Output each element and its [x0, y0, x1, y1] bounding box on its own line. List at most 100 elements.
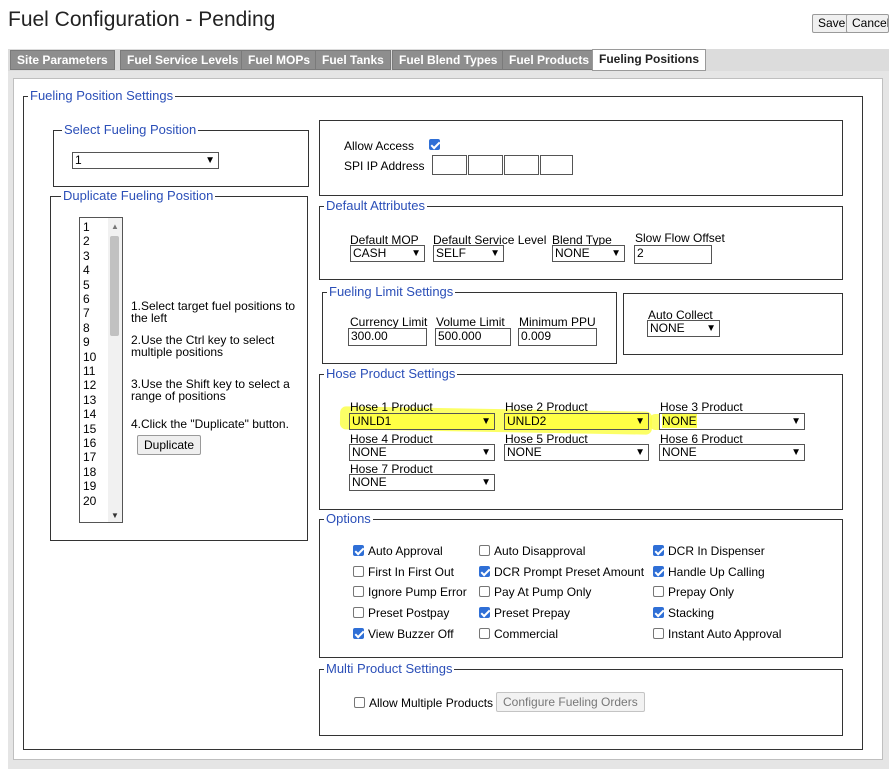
tab-fuel-tanks[interactable]: Fuel Tanks: [315, 50, 391, 70]
currency-limit-label: Currency Limit: [350, 315, 428, 329]
option-checkbox[interactable]: [653, 586, 664, 597]
currency-limit-input[interactable]: 300.00: [348, 328, 427, 346]
hose-5-select[interactable]: NONE ▼: [504, 444, 649, 461]
list-item[interactable]: 6: [83, 293, 90, 305]
scroll-down-arrow-icon[interactable]: ▼: [111, 511, 119, 520]
hose-6-select[interactable]: NONE ▼: [659, 444, 805, 461]
list-item[interactable]: 4: [83, 264, 90, 276]
option-label: Pay At Pump Only: [494, 585, 592, 599]
list-item[interactable]: 5: [83, 279, 90, 291]
allow-access-checkbox[interactable]: [429, 139, 440, 150]
chevron-down-icon: ▼: [490, 248, 500, 259]
list-item[interactable]: 15: [83, 423, 96, 435]
option-label: Preset Prepay: [494, 606, 571, 620]
list-item[interactable]: 18: [83, 466, 96, 478]
option-checkbox[interactable]: [353, 628, 364, 639]
list-item[interactable]: 12: [83, 379, 96, 391]
slow-flow-input[interactable]: 2: [634, 245, 712, 264]
option-checkbox[interactable]: [479, 545, 490, 556]
hose-3-select[interactable]: NONE ▼: [659, 413, 805, 430]
listbox-scrollbar[interactable]: ▲ ▼: [108, 218, 122, 522]
chevron-down-icon: ▼: [791, 416, 801, 427]
spi-ip-octet-1[interactable]: [432, 155, 467, 175]
tab-bar: Site Parameters Fuel Service Levels Fuel…: [8, 49, 889, 71]
list-item[interactable]: 3: [83, 250, 90, 262]
list-item[interactable]: 2: [83, 235, 90, 247]
option-checkbox[interactable]: [479, 607, 490, 618]
list-item[interactable]: 10: [83, 351, 96, 363]
hose-4-select[interactable]: NONE ▼: [349, 444, 495, 461]
option-checkbox[interactable]: [353, 607, 364, 618]
option-checkbox[interactable]: [353, 545, 364, 556]
allow-multiple-products-checkbox[interactable]: [354, 697, 365, 708]
option-checkbox[interactable]: [479, 566, 490, 577]
hose-7-select[interactable]: NONE ▼: [349, 474, 495, 491]
spi-ip-octet-4[interactable]: [540, 155, 573, 175]
list-item[interactable]: 11: [83, 365, 95, 377]
option-checkbox[interactable]: [653, 545, 664, 556]
list-item[interactable]: 20: [83, 495, 96, 507]
option-checkbox[interactable]: [653, 628, 664, 639]
chevron-down-icon: ▼: [481, 447, 491, 458]
volume-limit-input[interactable]: 500.000: [435, 328, 511, 346]
list-item[interactable]: 14: [83, 408, 96, 420]
option-checkbox[interactable]: [479, 628, 490, 639]
option-label: Auto Approval: [368, 544, 443, 558]
list-item[interactable]: 19: [83, 480, 96, 492]
option-label: Instant Auto Approval: [668, 627, 782, 641]
cancel-button[interactable]: Cancel: [846, 14, 889, 33]
chevron-down-icon: ▼: [706, 323, 716, 334]
tab-fuel-mops[interactable]: Fuel MOPs: [241, 50, 318, 70]
option-label: DCR In Dispenser: [668, 544, 765, 558]
option-label: Ignore Pump Error: [368, 585, 467, 599]
list-item[interactable]: 16: [83, 437, 96, 449]
select-position-legend: Select Fueling Position: [62, 122, 199, 138]
option-checkbox[interactable]: [353, 566, 364, 577]
list-item[interactable]: 1: [83, 221, 90, 233]
hose-3-label: Hose 3 Product: [660, 400, 743, 414]
spi-ip-octet-2[interactable]: [468, 155, 503, 175]
hose-2-label: Hose 2 Product: [505, 400, 588, 414]
instruction-2: 2.Use the Ctrl key to select multiple po…: [131, 333, 275, 359]
hose-1-select[interactable]: UNLD1 ▼: [349, 413, 495, 430]
hose-5-value: NONE: [507, 445, 542, 459]
option-checkbox[interactable]: [653, 566, 664, 577]
list-item[interactable]: 13: [83, 394, 96, 406]
list-item[interactable]: 17: [83, 451, 96, 463]
position-listbox[interactable]: 1 2 3 4 5 6 7 8 9 10 11 12 13 14 15 16 17 18 19 20 ▲ ▼: [79, 217, 123, 523]
blend-type-select[interactable]: NONE ▼: [552, 245, 625, 262]
scroll-up-arrow-icon[interactable]: ▲: [111, 222, 119, 231]
chevron-down-icon: ▼: [411, 248, 421, 259]
tab-fuel-blend-types[interactable]: Fuel Blend Types: [392, 50, 505, 70]
option-checkbox[interactable]: [653, 607, 664, 618]
multi-product-legend: Multi Product Settings: [324, 661, 455, 677]
list-item[interactable]: 8: [83, 322, 90, 334]
option-label: DCR Prompt Preset Amount: [494, 565, 645, 579]
default-service-value: SELF: [436, 246, 467, 260]
hose-1-label: Hose 1 Product: [350, 400, 433, 414]
fueling-limit-legend: Fueling Limit Settings: [327, 284, 456, 300]
duplicate-button[interactable]: Duplicate: [137, 435, 202, 455]
auto-collect-select[interactable]: NONE ▼: [647, 320, 720, 337]
tab-fueling-positions[interactable]: Fueling Positions: [592, 49, 707, 71]
option-label: First In First Out: [368, 565, 455, 579]
spi-ip-octet-3[interactable]: [504, 155, 539, 175]
hose-2-select[interactable]: UNLD2 ▼: [504, 413, 649, 430]
hose-product-legend: Hose Product Settings: [324, 366, 458, 382]
default-mop-select[interactable]: CASH ▼: [350, 245, 425, 262]
default-attributes-legend: Default Attributes: [324, 198, 427, 214]
allow-access-label: Allow Access: [344, 139, 415, 153]
tab-fuel-service-levels[interactable]: Fuel Service Levels: [120, 50, 246, 70]
default-service-select[interactable]: SELF ▼: [433, 245, 504, 262]
minimum-ppu-input[interactable]: 0.009: [518, 328, 597, 346]
hose-4-value: NONE: [352, 445, 387, 459]
fueling-position-select[interactable]: 1 ▼: [72, 152, 219, 169]
list-item[interactable]: 7: [83, 307, 90, 319]
scroll-thumb[interactable]: [110, 236, 119, 336]
option-checkbox[interactable]: [479, 586, 490, 597]
tab-fuel-products[interactable]: Fuel Products: [502, 50, 597, 70]
configure-fueling-orders-button[interactable]: Configure Fueling Orders: [496, 692, 645, 712]
tab-site-parameters[interactable]: Site Parameters: [10, 50, 115, 70]
list-item[interactable]: 9: [83, 336, 90, 348]
option-checkbox[interactable]: [353, 586, 364, 597]
